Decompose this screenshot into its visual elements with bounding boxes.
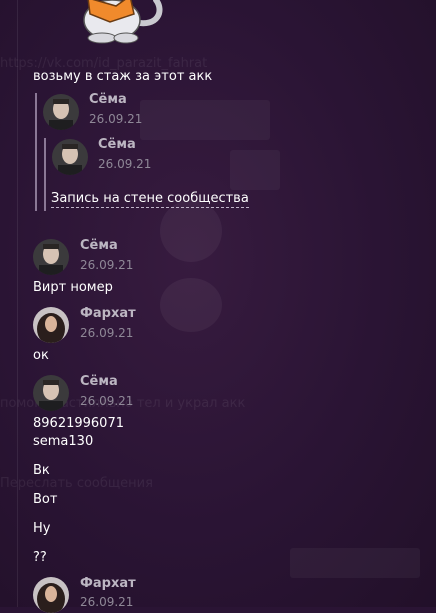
ghost-panel	[140, 100, 270, 140]
avatar[interactable]	[33, 375, 69, 411]
message-text: Вирт номер	[33, 280, 113, 295]
message-text: ок	[33, 348, 49, 363]
ghost-toolbar	[290, 548, 420, 578]
message-date[interactable]: 26.09.21	[80, 326, 133, 340]
avatar[interactable]	[33, 307, 69, 343]
message-date[interactable]: 26.09.21	[98, 157, 151, 171]
author-name[interactable]: Фархат	[80, 576, 136, 591]
avatar[interactable]	[52, 139, 88, 175]
forward-quote-bar	[35, 93, 37, 211]
ghost-avatar	[160, 200, 222, 262]
author-name[interactable]: Фархат	[80, 306, 136, 321]
cat-sticker	[83, 0, 163, 44]
avatar[interactable]	[33, 577, 69, 613]
thread-line	[17, 0, 18, 607]
message-text: 89621996071	[33, 416, 124, 431]
message-text: Вк	[33, 463, 50, 478]
ghost-panel	[230, 150, 280, 190]
avatar[interactable]	[33, 239, 69, 275]
message-text: Ну	[33, 521, 51, 536]
author-name[interactable]: Сёма	[80, 374, 118, 389]
wall-post-link[interactable]: Запись на стене сообщества	[51, 191, 249, 208]
message-text: sema130	[33, 434, 94, 449]
author-name[interactable]: Сёма	[80, 238, 118, 253]
forward-quote-bar	[44, 138, 46, 211]
message-text: Вот	[33, 492, 58, 507]
author-name[interactable]: Сёма	[89, 92, 127, 107]
message-text: ??	[33, 550, 47, 565]
author-name[interactable]: Сёма	[98, 137, 136, 152]
message-text: возьму в стаж за этот акк	[33, 69, 213, 84]
ghost-avatar	[160, 278, 222, 332]
message-date[interactable]: 26.09.21	[80, 394, 133, 408]
message-date[interactable]: 26.09.21	[89, 112, 142, 126]
message-date[interactable]: 26.09.21	[80, 258, 133, 272]
ghost-forward-text: Переслать сообщения	[0, 476, 153, 491]
avatar[interactable]	[43, 94, 79, 130]
